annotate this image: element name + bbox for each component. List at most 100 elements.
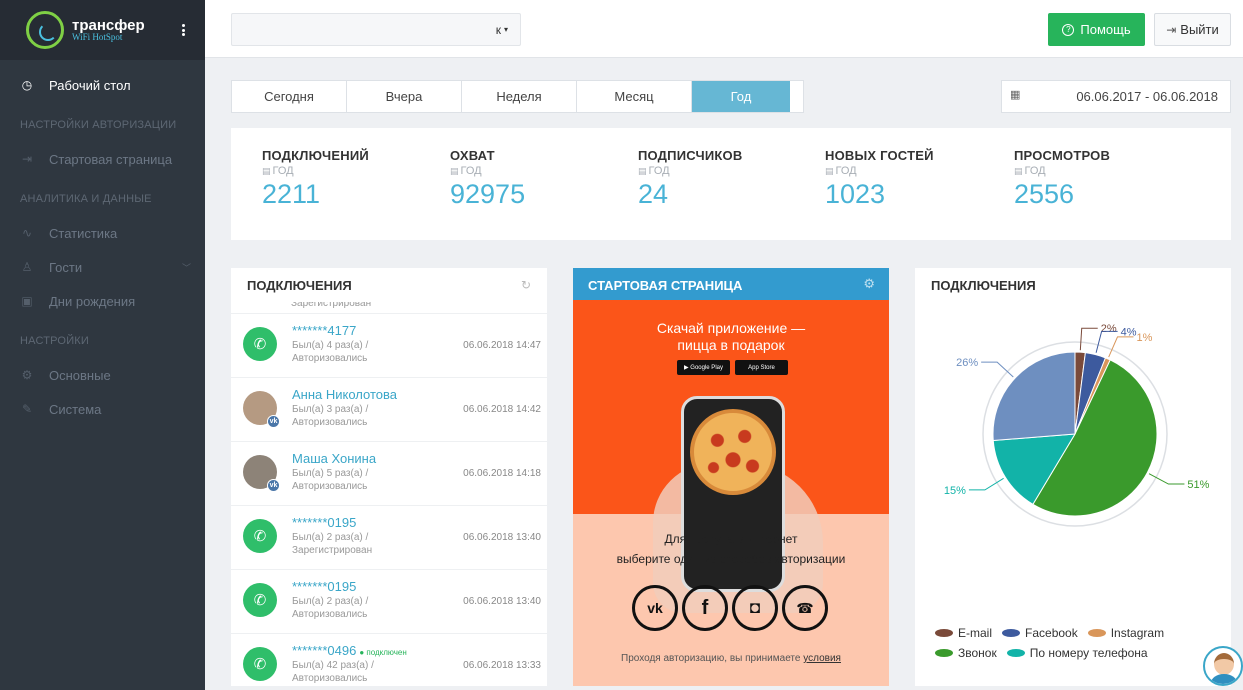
- stat-period-text: ГОД: [272, 165, 294, 177]
- users-icon: ♙: [21, 260, 33, 274]
- phone-icon: ✆: [243, 327, 277, 361]
- gear-icon[interactable]: ⚙: [863, 276, 875, 292]
- dashboard-icon: ◷: [21, 78, 33, 92]
- tab-year[interactable]: Год: [692, 81, 790, 112]
- stats-panel: ПОДКЛЮЧЕНИЙ ▤ ГОД 2211 ОХВАТ ▤ ГОД 92975 П…: [231, 128, 1231, 240]
- guest-name[interactable]: *******0195: [292, 515, 356, 530]
- connections-panel: ПОДКЛЮЧЕНИЯ ↻ Зарегистрирован ✆ *******4…: [231, 268, 547, 686]
- list-item[interactable]: ✆ *******0195 Был(а) 2 раз(а) / Зарегист…: [231, 506, 547, 570]
- legend-item[interactable]: По номеру телефона: [1006, 643, 1148, 663]
- sidebar-item-system[interactable]: ✎ Система: [0, 392, 205, 426]
- guest-visits: Был(а) 4 раз(а) /: [292, 340, 369, 351]
- login-icon: ⇥: [21, 152, 33, 166]
- access-text: Для доступа в интернет выберите один из …: [573, 529, 889, 569]
- calendar-icon: ▤: [825, 165, 834, 176]
- connections-pie-panel: ПОДКЛЮЧЕНИЯ 2% 4% 1% 51% 15% 26% E-mail Faceb…: [915, 268, 1231, 686]
- guest-name[interactable]: Анна Николотова: [292, 387, 397, 402]
- access-line: выберите один из способов авторизации: [616, 552, 846, 566]
- support-chat-button[interactable]: [1203, 646, 1243, 686]
- list-item[interactable]: vk Анна Николотова Был(а) 3 раз(а) / Авт…: [231, 378, 547, 442]
- sidebar-section-auth: НАСТРОЙКИ АВТОРИЗАЦИИ: [20, 119, 177, 131]
- vk-icon: vk: [267, 415, 280, 428]
- legend-item[interactable]: Facebook: [1002, 623, 1078, 643]
- date-range-picker[interactable]: ▦ 06.06.2017 - 06.06.2018: [1001, 80, 1231, 113]
- stat-value: 92975: [450, 179, 526, 209]
- pie-chart: 2% 4% 1%51%15%26%: [944, 323, 1210, 527]
- instagram-login-button[interactable]: ◘: [732, 585, 778, 631]
- stat-period-text: ГОД: [835, 165, 857, 177]
- guest-name[interactable]: *******0496: [292, 643, 356, 658]
- calendar-icon: ▦: [1010, 89, 1021, 101]
- sidebar-item-start-page[interactable]: ⇥ Стартовая страница: [0, 142, 205, 176]
- legend-label: Facebook: [1025, 626, 1078, 640]
- stat-label: НОВЫХ ГОСТЕЙ: [825, 148, 934, 163]
- terms-text: Проходя авторизацию, вы принимаете услов…: [573, 653, 889, 664]
- list-item[interactable]: vk Маша Хонина Был(а) 5 раз(а) / Авториз…: [231, 442, 547, 506]
- account-select[interactable]: к ▾: [231, 13, 521, 46]
- terms-prefix: Проходя авторизацию, вы принимаете: [621, 653, 804, 664]
- legend-label: Instagram: [1110, 626, 1165, 640]
- legend-label: Звонок: [958, 646, 997, 660]
- sidebar-item-label: Гости: [49, 259, 83, 275]
- pie-label: 15%: [944, 485, 966, 497]
- logout-label: Выйти: [1180, 22, 1219, 37]
- sidebar-item-label: Рабочий стол: [49, 77, 131, 93]
- store-label: App Store: [748, 364, 775, 371]
- logout-button[interactable]: ⇥ Выйти: [1154, 13, 1231, 46]
- pie-slice[interactable]: [992, 351, 1076, 442]
- connection-date: 06.06.2018 13:33: [463, 660, 541, 671]
- logout-icon: ⇥: [1166, 22, 1177, 37]
- app-store-badge[interactable]: App Store: [735, 360, 788, 375]
- logo[interactable]: трансфер WiFi HotSpot: [72, 18, 145, 42]
- tab-yesterday[interactable]: Вчера: [347, 81, 462, 112]
- refresh-icon[interactable]: ↻: [521, 278, 531, 292]
- pie-leader-line: [1148, 473, 1185, 485]
- question-icon: ?: [1062, 23, 1075, 36]
- tab-week[interactable]: Неделя: [462, 81, 577, 112]
- legend-swatch: [1087, 629, 1106, 637]
- guest-status: Авторизовались: [292, 353, 368, 364]
- pie-label: 1%: [1136, 332, 1152, 344]
- sidebar-section-settings: НАСТРОЙКИ: [20, 335, 90, 347]
- sidebar-item-general[interactable]: ⚙ Основные: [0, 358, 205, 392]
- vk-login-button[interactable]: vk: [632, 585, 678, 631]
- list-item[interactable]: ✆ *******0195 Был(а) 2 раз(а) / Авторизо…: [231, 570, 547, 634]
- start-page-panel: СТАРТОВАЯ СТРАНИЦА ⚙ Скачай приложение —…: [573, 268, 889, 686]
- guest-name[interactable]: *******0195: [292, 579, 356, 594]
- list-item[interactable]: ✆ *******4177 Был(а) 4 раз(а) / Авторизо…: [231, 314, 547, 378]
- sidebar-item-birthdays[interactable]: ▣ Дни рождения: [0, 284, 205, 318]
- promo-text: Скачай приложение — пицца в подарок: [573, 320, 889, 354]
- terms-link[interactable]: условия: [803, 653, 841, 664]
- support-avatar: [1214, 653, 1234, 675]
- phone-icon: ✆: [243, 519, 277, 553]
- phone-login-button[interactable]: ☎: [782, 585, 828, 631]
- legend-item[interactable]: Звонок: [935, 643, 997, 663]
- stat-period: ▤ ГОД: [450, 165, 525, 177]
- list-item[interactable]: ✆ *******0496 ● подключен Был(а) 42 раз(а…: [231, 634, 547, 686]
- stat-period: ▤ ГОД: [825, 165, 934, 177]
- vk-icon: vk: [647, 600, 663, 616]
- legend-item[interactable]: E-mail: [935, 623, 992, 643]
- help-button[interactable]: ? Помощь: [1048, 13, 1145, 46]
- facebook-login-button[interactable]: f: [682, 585, 728, 631]
- sidebar-item-guests[interactable]: ♙ Гости ﹀: [0, 250, 205, 284]
- chevron-down-icon: ▾: [503, 25, 508, 34]
- promo-line: пицца в подарок: [677, 337, 785, 353]
- stat-views: ПРОСМОТРОВ ▤ ГОД 2556: [1014, 148, 1110, 210]
- google-play-badge[interactable]: ▶ Google Play: [677, 360, 730, 375]
- sidebar-item-statistics[interactable]: ∿ Статистика: [0, 216, 205, 250]
- guest-name[interactable]: *******4177: [292, 323, 356, 338]
- sidebar-item-dashboard[interactable]: ◷ Рабочий стол: [0, 68, 205, 102]
- brand-title: трансфер: [72, 17, 145, 34]
- guest-name[interactable]: Маша Хонина: [292, 451, 376, 466]
- sidebar-menu-icon[interactable]: [182, 24, 185, 36]
- phone-icon: ☎: [796, 599, 814, 616]
- legend-item[interactable]: Instagram: [1087, 623, 1165, 643]
- tab-today[interactable]: Сегодня: [232, 81, 347, 112]
- vk-icon: vk: [267, 479, 280, 492]
- guest-status: Авторизовались: [292, 481, 368, 492]
- start-page-header: СТАРТОВАЯ СТРАНИЦА ⚙: [573, 268, 889, 300]
- panel-title: ПОДКЛЮЧЕНИЯ: [931, 278, 1036, 293]
- tab-month[interactable]: Месяц: [577, 81, 692, 112]
- connection-date: 06.06.2018 14:47: [463, 340, 541, 351]
